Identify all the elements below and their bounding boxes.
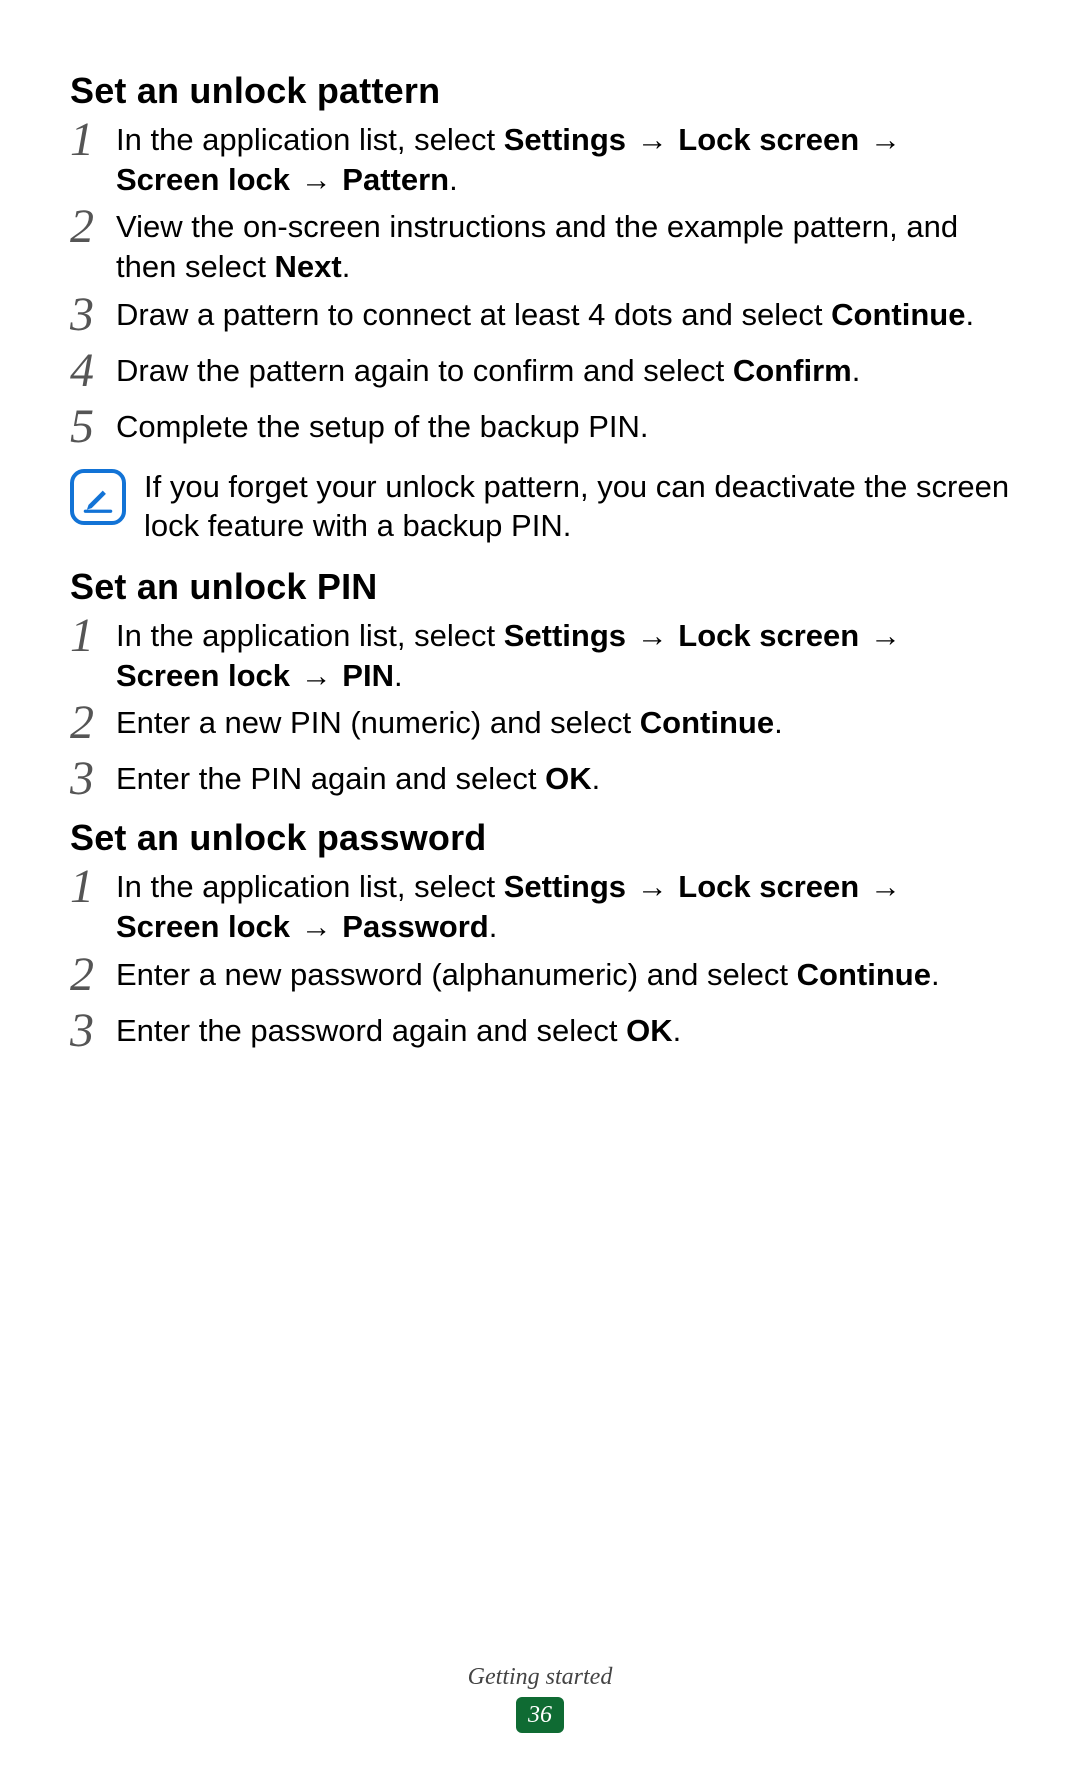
- instruction-step: 1In the application list, select Setting…: [70, 616, 1010, 695]
- step-text: Draw a pattern to connect at least 4 dot…: [116, 295, 1010, 335]
- step-number: 2: [70, 951, 116, 999]
- step-number: 4: [70, 347, 116, 395]
- step-number: 3: [70, 291, 116, 339]
- note-text: If you forget your unlock pattern, you c…: [144, 467, 1010, 546]
- step-number: 5: [70, 403, 116, 451]
- step-number: 3: [70, 1007, 116, 1055]
- page: Set an unlock pattern1In the application…: [0, 0, 1080, 1771]
- page-number-badge: 36: [516, 1697, 564, 1733]
- step-text: Enter the PIN again and select OK.: [116, 759, 1010, 799]
- step-number: 1: [70, 612, 116, 660]
- content-area: Set an unlock pattern1In the application…: [70, 70, 1010, 1059]
- step-text: Enter a new PIN (numeric) and select Con…: [116, 703, 1010, 743]
- section-heading: Set an unlock pattern: [70, 70, 1010, 112]
- step-text: Draw the pattern again to confirm and se…: [116, 351, 1010, 391]
- instruction-step: 2Enter a new password (alphanumeric) and…: [70, 955, 1010, 1003]
- step-number: 2: [70, 699, 116, 747]
- instruction-step: 2View the on-screen instructions and the…: [70, 207, 1010, 286]
- instruction-step: 3Enter the password again and select OK.: [70, 1011, 1010, 1059]
- instruction-step: 5Complete the setup of the backup PIN.: [70, 407, 1010, 455]
- step-text: In the application list, select Settings…: [116, 616, 1010, 695]
- note-icon: [70, 469, 126, 525]
- step-number: 1: [70, 863, 116, 911]
- step-number: 2: [70, 203, 116, 251]
- page-footer: Getting started 36: [0, 1664, 1080, 1733]
- step-text: Enter a new password (alphanumeric) and …: [116, 955, 1010, 995]
- instruction-step: 3Draw a pattern to connect at least 4 do…: [70, 295, 1010, 343]
- instruction-step: 1In the application list, select Setting…: [70, 867, 1010, 946]
- footer-section-title: Getting started: [0, 1664, 1080, 1691]
- section-heading: Set an unlock password: [70, 817, 1010, 859]
- step-text: In the application list, select Settings…: [116, 120, 1010, 199]
- instruction-step: 2Enter a new PIN (numeric) and select Co…: [70, 703, 1010, 751]
- step-text: View the on-screen instructions and the …: [116, 207, 1010, 286]
- instruction-step: 1In the application list, select Setting…: [70, 120, 1010, 199]
- instruction-step: 4Draw the pattern again to confirm and s…: [70, 351, 1010, 399]
- note: If you forget your unlock pattern, you c…: [70, 467, 1010, 546]
- step-text: In the application list, select Settings…: [116, 867, 1010, 946]
- instruction-step: 3Enter the PIN again and select OK.: [70, 759, 1010, 807]
- step-number: 1: [70, 116, 116, 164]
- step-text: Complete the setup of the backup PIN.: [116, 407, 1010, 447]
- step-number: 3: [70, 755, 116, 803]
- section-heading: Set an unlock PIN: [70, 566, 1010, 608]
- step-text: Enter the password again and select OK.: [116, 1011, 1010, 1051]
